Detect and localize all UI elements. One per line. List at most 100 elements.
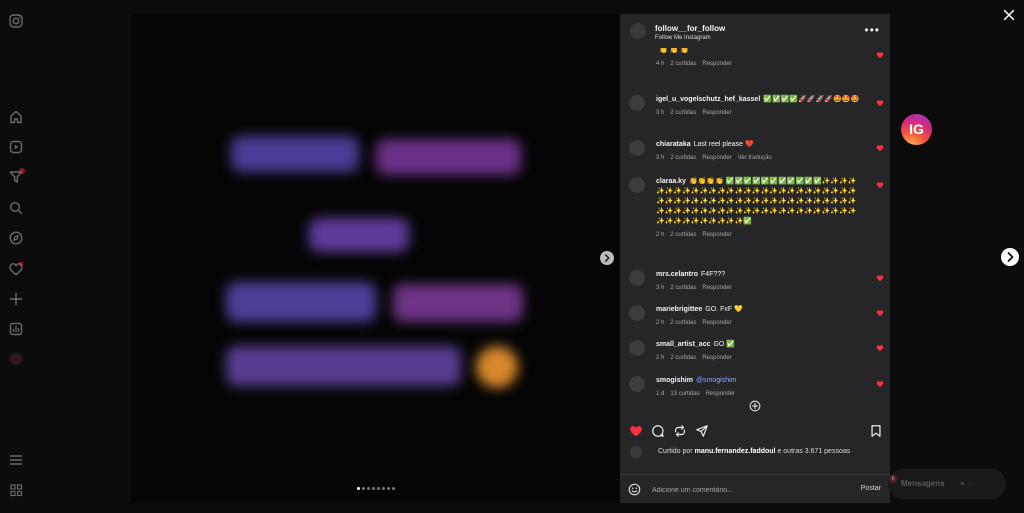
commenter-avatar[interactable] — [629, 95, 645, 111]
post-header: follow__for_follow Follow Me Instagram •… — [620, 14, 890, 48]
messages-unread-badge: 6 — [889, 475, 897, 483]
comment-text: GO. FxF 💛 — [705, 306, 743, 313]
liked-by-username[interactable]: manu.fernandez.faddoul — [695, 448, 776, 455]
comment-time: 3 h — [656, 110, 665, 116]
comment-likes[interactable]: 2 curtidas — [670, 155, 696, 161]
commenter-avatar[interactable] — [629, 177, 645, 193]
sidebar — [0, 0, 32, 513]
comment-likes[interactable]: 2 curtidas — [670, 61, 696, 67]
next-post-arrow-icon[interactable] — [1001, 248, 1019, 266]
messages-button[interactable]: 6 Mensagens ● ⋯ — [888, 469, 1006, 499]
reply-button[interactable]: Responder — [702, 61, 731, 67]
blurred-text-block — [231, 136, 359, 172]
create-plus-icon[interactable] — [8, 291, 24, 307]
post-actions — [620, 424, 890, 442]
post-modal: follow__for_follow Follow Me Instagram •… — [131, 14, 890, 503]
reply-button[interactable]: Responder — [702, 285, 731, 291]
translate-button[interactable]: Ver tradução — [738, 155, 772, 161]
commenter-avatar[interactable] — [629, 305, 645, 321]
author-avatar[interactable] — [630, 23, 646, 39]
comment-time: 2 h — [656, 232, 665, 238]
post-media[interactable] — [131, 14, 620, 503]
comment-mention[interactable]: @smogishim — [696, 377, 737, 384]
comment-likes[interactable]: 2 curtidas — [670, 110, 696, 116]
more-apps-icon[interactable] — [8, 482, 24, 498]
liked-by-text: Curtido por manu.fernandez.faddoul e out… — [658, 448, 851, 455]
comment-icon[interactable] — [651, 424, 665, 438]
reply-button[interactable]: Responder — [702, 320, 731, 326]
comment-username[interactable]: mariebrigittee — [656, 306, 702, 313]
comment-text: GO ✅ — [713, 341, 736, 348]
search-icon[interactable] — [8, 200, 24, 216]
reply-button[interactable]: Responder — [702, 355, 731, 361]
liked-by-avatar[interactable] — [630, 446, 642, 458]
menu-icon[interactable] — [8, 452, 24, 468]
more-options-icon[interactable]: ••• — [864, 23, 880, 37]
like-comment-icon[interactable] — [876, 181, 884, 189]
share-icon[interactable] — [695, 424, 709, 438]
comment-username[interactable]: igel_u_vogelschutz_hef_kassel — [656, 96, 760, 103]
comments-list[interactable]: 👏 👏 👏 4 h 2 curtidas Responder igel_u_voge… — [620, 48, 890, 408]
comment-username[interactable]: smogishim — [656, 377, 693, 384]
messages-label: Mensagens — [901, 479, 945, 488]
save-bookmark-icon[interactable] — [869, 424, 883, 438]
like-comment-icon[interactable] — [876, 144, 884, 152]
blurred-text-block — [309, 218, 409, 252]
like-comment-icon[interactable] — [876, 99, 884, 107]
like-comment-icon[interactable] — [876, 344, 884, 352]
comment-text: 👏 👏 👏 — [659, 48, 690, 54]
comment-time: 3 h — [656, 155, 665, 161]
blurred-emoji — [476, 346, 518, 388]
comment-time: 3 h — [656, 285, 665, 291]
messages-more-icon[interactable]: ● ⋯ — [960, 479, 975, 488]
reply-button[interactable]: Responder — [702, 110, 731, 116]
home-icon[interactable] — [8, 109, 24, 125]
close-icon[interactable] — [1002, 8, 1016, 22]
commenter-avatar[interactable] — [629, 270, 645, 286]
comment-time: 1 d — [656, 391, 665, 397]
reply-button[interactable]: Responder — [702, 232, 731, 238]
comment-username[interactable]: mrs.celantro — [656, 271, 698, 278]
comment-username[interactable]: small_artist_acc — [656, 341, 710, 348]
like-comment-icon[interactable] — [876, 274, 884, 282]
load-more-comments-icon[interactable] — [749, 400, 761, 412]
repost-icon[interactable] — [673, 424, 687, 438]
profile-avatar[interactable] — [8, 351, 24, 367]
dashboard-icon[interactable] — [8, 321, 24, 337]
comment-time: 4 h — [656, 61, 665, 67]
blurred-text-block — [376, 139, 521, 175]
reply-button[interactable]: Responder — [702, 155, 731, 161]
like-comment-icon[interactable] — [876, 380, 884, 388]
like-comment-icon[interactable] — [876, 51, 884, 59]
comment-time: 2 h — [656, 320, 665, 326]
commenter-avatar[interactable] — [629, 340, 645, 356]
blurred-text-block — [226, 282, 376, 322]
comment-likes[interactable]: 13 curtidas — [670, 391, 699, 397]
add-comment-bar: Postar — [620, 474, 890, 504]
comment-text: Last reel please ❤️ — [693, 141, 754, 148]
reels-icon[interactable] — [8, 139, 24, 155]
like-post-icon[interactable] — [629, 424, 643, 438]
comment-username[interactable]: chiarataka — [656, 141, 691, 148]
post-comment-button[interactable]: Postar — [861, 485, 881, 492]
comment-likes[interactable]: 2 curtidas — [670, 320, 696, 326]
commenter-avatar[interactable] — [629, 376, 645, 392]
blurred-text-block — [393, 284, 523, 322]
reply-button[interactable]: Responder — [706, 391, 735, 397]
comment-likes[interactable]: 2 curtidas — [670, 285, 696, 291]
emoji-picker-icon[interactable] — [628, 483, 641, 496]
comment-text: 👏👏👏👏 ✅✅✅✅✅✅✅✅✅✅✅✨✨✨✨✨✨✨✨✨✨✨✨✨✨✨✨✨✨✨✨✨✨✨✨… — [656, 178, 857, 225]
commenter-avatar[interactable] — [629, 140, 645, 156]
explore-icon[interactable] — [8, 230, 24, 246]
comment-likes[interactable]: 2 curtidas — [670, 355, 696, 361]
comment-input[interactable] — [650, 482, 844, 498]
author-username[interactable]: follow__for_follow — [655, 24, 725, 33]
comment-username[interactable]: claraa.ky — [656, 178, 686, 185]
comment-text: F4F??? — [701, 271, 726, 278]
activity-dot — [19, 262, 23, 266]
like-comment-icon[interactable] — [876, 309, 884, 317]
comment-text: ✅✅✅✅🚀🚀🚀🚀🤩🤩🤩 — [763, 96, 860, 103]
instagram-logo-icon[interactable] — [8, 13, 24, 29]
comment-likes[interactable]: 2 curtidas — [670, 232, 696, 238]
media-next-arrow-icon[interactable] — [600, 251, 614, 265]
